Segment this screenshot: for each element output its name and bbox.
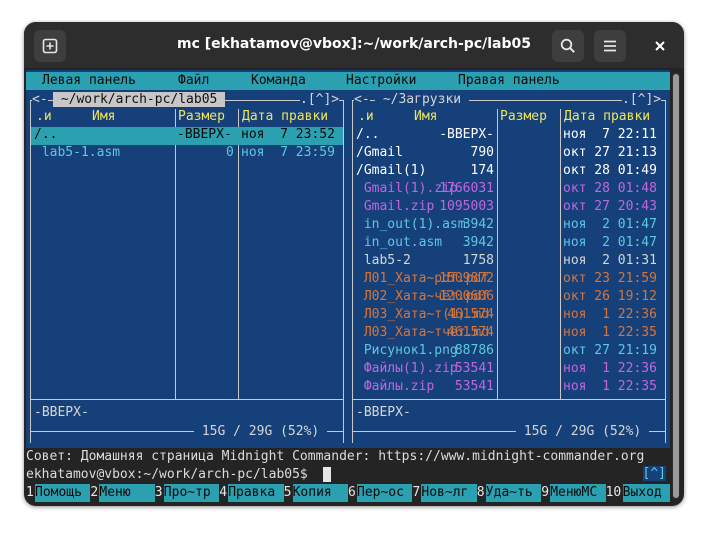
- scrollbar-thumb[interactable]: [673, 74, 679, 498]
- fkey-label: Меню: [99, 484, 155, 502]
- left-panel-path[interactable]: ~/work/arch-pc/lab05: [53, 92, 226, 107]
- menu-file[interactable]: Файл: [178, 73, 209, 88]
- right-file-row[interactable]: Л02_Хата~чёт.pdf 1200606 окт 26 19:12: [353, 289, 665, 307]
- fkey-label: Копия: [292, 484, 348, 502]
- menu-button[interactable]: [594, 30, 626, 62]
- fkey-label: Выход: [622, 484, 670, 502]
- fkey-label: Про~тр: [163, 484, 220, 502]
- fkey-3[interactable]: 3 Про~тр: [155, 484, 220, 502]
- left-panel-arrow[interactable]: <-: [32, 92, 48, 107]
- fkey-label: Нов~лг: [421, 484, 477, 502]
- command-line[interactable]: ekhatamov@vbox:~/work/arch-pc/lab05$ [^]: [26, 466, 670, 484]
- right-mini-status: -ВВЕРХ-: [356, 405, 411, 420]
- hint-line: Совет: Домашняя страница Midnight Comman…: [26, 448, 670, 466]
- title-bar: mc [ekhatamov@vbox]:~/work/arch-pc/lab05: [24, 22, 684, 68]
- menu-command[interactable]: Команда: [251, 73, 306, 88]
- fkey-10[interactable]: 10 Выход: [606, 484, 670, 502]
- right-disk-usage: 15G / 29G (52%): [516, 424, 650, 439]
- right-panel-arrow[interactable]: <-: [354, 92, 370, 107]
- terminal-window: mc [ekhatamov@vbox]:~/work/arch-pc/lab05…: [24, 22, 684, 506]
- fkey-label: МенюМС: [550, 484, 606, 502]
- menu-settings[interactable]: Настройки: [346, 73, 416, 88]
- hamburger-icon: [604, 40, 616, 52]
- left-panel[interactable]: <- ~/work/arch-pc/lab05 .[^]> .и Имя Раз…: [26, 91, 348, 443]
- left-column-headers: .и Имя Размер Дата правки: [36, 109, 329, 124]
- right-column-headers: .и Имя Размер Дата правки: [358, 109, 651, 124]
- right-file-row[interactable]: Л03_Хата~тчёт.md 461574 ноя 1 22:35: [353, 325, 665, 343]
- shell-prompt: ekhatamov@vbox:~/work/arch-pc/lab05$: [26, 467, 316, 482]
- window-title: mc [ekhatamov@vbox]:~/work/arch-pc/lab05: [177, 36, 531, 52]
- right-file-row[interactable]: /.. -ВВЕРХ-ноя 7 22:11: [353, 127, 665, 145]
- terminal-area[interactable]: Левая панель Файл Команда Настройки Прав…: [26, 70, 670, 502]
- right-panel-path[interactable]: ~/Загрузки: [375, 92, 469, 107]
- mc-menubar: Левая панель Файл Команда Настройки Прав…: [26, 72, 670, 90]
- text-cursor: [323, 467, 331, 482]
- search-icon: [560, 38, 575, 53]
- fkey-1[interactable]: 1 Помощь: [26, 484, 91, 502]
- close-button[interactable]: [644, 30, 676, 62]
- history-button[interactable]: [^]: [642, 466, 666, 481]
- fkey-6[interactable]: 6 Пер~ос: [348, 484, 413, 502]
- left-row-parent[interactable]: /.. -ВВЕРХ- ноя 7 23:52: [31, 127, 343, 145]
- fkey-2[interactable]: 2 Меню: [90, 484, 155, 502]
- right-file-row[interactable]: Файлы(1).zip 53541 ноя 1 22:36: [353, 361, 665, 379]
- right-file-row[interactable]: Л03_Хата~т(1).md 461574 ноя 1 22:36: [353, 307, 665, 325]
- fkey-label: Пер~ос: [357, 484, 413, 502]
- right-panel-corner[interactable]: .[^]>: [622, 92, 662, 107]
- left-mini-status: -ВВЕРХ-: [34, 405, 89, 420]
- right-file-row[interactable]: /Gmail 790 окт 27 21:13: [353, 145, 665, 163]
- close-icon: [655, 41, 665, 51]
- menu-right-panel[interactable]: Правая панель: [458, 73, 560, 88]
- search-button[interactable]: [552, 30, 584, 62]
- fkey-label: Правка: [228, 484, 284, 502]
- right-file-row[interactable]: Файлы.zip 53541 ноя 1 22:35: [353, 379, 665, 397]
- right-file-row[interactable]: Gmail.zip 1095003 окт 27 20:43: [353, 199, 665, 217]
- right-file-row[interactable]: Gmail(1).zip 1766031 окт 28 01:48: [353, 181, 665, 199]
- right-panel[interactable]: <- ~/Загрузки .[^]> .и Имя Размер Дата п…: [348, 91, 670, 443]
- right-file-row[interactable]: in_out(1).asm 3942 ноя 2 01:47: [353, 217, 665, 235]
- right-file-row[interactable]: Рисунок1.png 88786 окт 27 21:19: [353, 343, 665, 361]
- fkey-label: Помощь: [35, 484, 91, 502]
- fkey-4[interactable]: 4 Правка: [219, 484, 284, 502]
- right-file-row[interactable]: Л01_Хата~pdf.pdf 1509872 окт 23 21:59: [353, 271, 665, 289]
- right-file-row[interactable]: /Gmail(1) 174 окт 28 01:49: [353, 163, 665, 181]
- fkey-label: Уда~ть: [485, 484, 542, 502]
- fkey-8[interactable]: 8 Уда~ть: [477, 484, 542, 502]
- left-row-file[interactable]: lab5-1.asm 0 ноя 7 23:59: [31, 145, 343, 163]
- scrollbar[interactable]: [672, 72, 680, 500]
- function-key-bar: 1 Помощь 2 Меню 3 Про~тр 4 Правка 5 Копия 6 Пер~ос 7…: [26, 484, 670, 502]
- fkey-7[interactable]: 7 Нов~лг: [412, 484, 477, 502]
- left-disk-usage: 15G / 29G (52%): [194, 424, 328, 439]
- right-file-row[interactable]: lab5-2 1758 ноя 2 01:31: [353, 253, 665, 271]
- fkey-9[interactable]: 9 МенюМС: [541, 484, 606, 502]
- right-file-row[interactable]: in_out.asm 3942 ноя 2 01:47: [353, 235, 665, 253]
- left-panel-corner[interactable]: .[^]>: [300, 92, 340, 107]
- menu-left-panel[interactable]: Левая панель: [42, 73, 136, 88]
- fkey-5[interactable]: 5 Копия: [284, 484, 348, 502]
